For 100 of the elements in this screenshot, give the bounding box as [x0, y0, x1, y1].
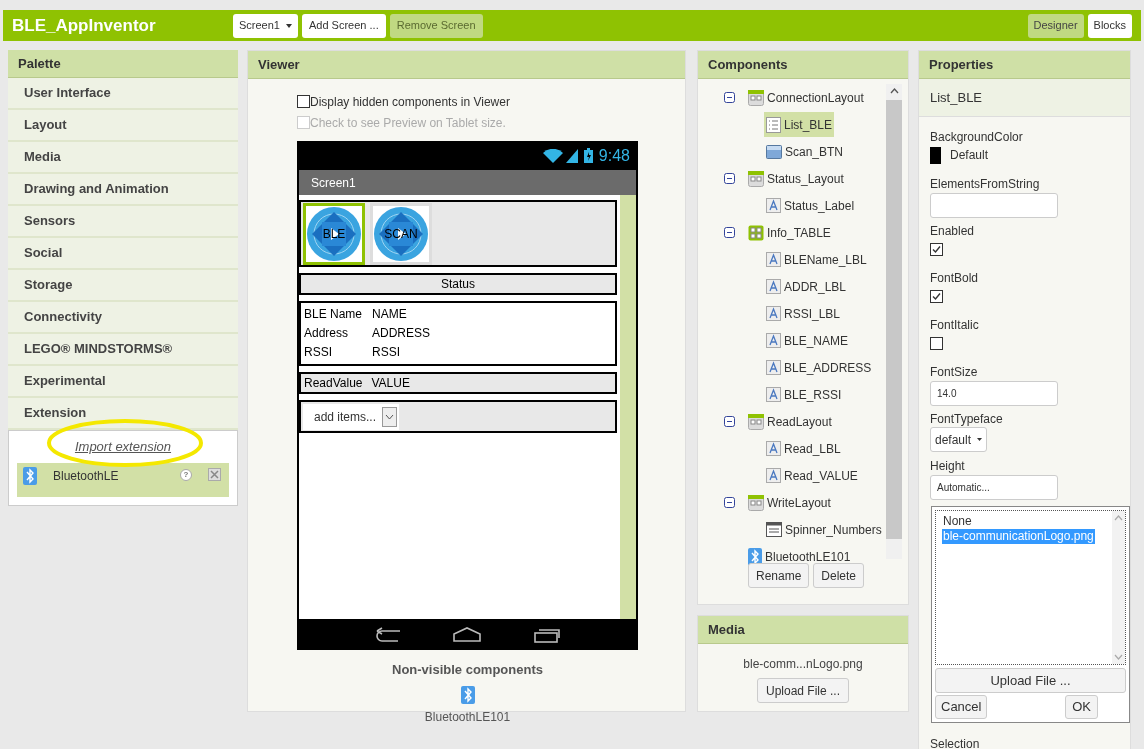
collapse-icon[interactable]	[724, 173, 735, 184]
read-label: ReadValue	[304, 375, 363, 392]
panel-header: Viewer	[248, 51, 685, 79]
property-field[interactable]: 14.0	[930, 381, 1058, 406]
palette-category[interactable]: Media	[8, 142, 238, 174]
tree-item[interactable]: WriteLayout	[746, 490, 833, 515]
extension-item[interactable]: BluetoothLE ?	[17, 463, 229, 497]
property-label: Enabled	[930, 223, 976, 239]
typeface-dropdown[interactable]: default	[930, 427, 988, 452]
label-icon	[766, 360, 781, 375]
info-label: RSSI	[304, 344, 333, 361]
list-icon	[766, 116, 781, 133]
color-value: Default	[950, 147, 989, 164]
cancel-button[interactable]: Cancel	[935, 695, 988, 719]
checkbox-label: Display hidden components in Viewer	[310, 93, 510, 111]
tree-item-label: WriteLayout	[767, 494, 831, 512]
scrollbar[interactable]	[886, 84, 902, 559]
upload-button[interactable]: Upload File ...	[756, 678, 849, 703]
asset-option[interactable]: None	[942, 514, 973, 529]
media-file[interactable]: ble-comm...nLogo.png	[743, 655, 863, 673]
caret-icon	[286, 23, 292, 28]
property-field[interactable]: Automatic...	[930, 475, 1058, 500]
arrangement-icon	[748, 413, 764, 430]
property-field[interactable]	[930, 193, 1058, 218]
nonvisible-component[interactable]: BluetoothLE101	[424, 707, 511, 726]
palette-category[interactable]: Experimental	[8, 366, 238, 398]
info-value: ADDRESS	[372, 325, 431, 342]
tree-item[interactable]: List_BLE	[764, 112, 835, 137]
checkbox[interactable]	[930, 242, 943, 256]
bluetooth-icon	[748, 547, 762, 566]
palette-category[interactable]: Sensors	[8, 206, 238, 238]
spinner-dropdown[interactable]: add items...	[303, 403, 400, 430]
tree-item[interactable]: ADDR_LBL	[764, 274, 849, 299]
info-value: NAME	[372, 306, 408, 323]
battery-icon	[583, 148, 593, 163]
property-label: Height	[930, 458, 966, 474]
tree-item-label: Read_LBL	[784, 440, 841, 458]
tree-item[interactable]: BLE_NAME	[764, 328, 851, 353]
bluetooth-icon	[23, 467, 37, 485]
tree-item[interactable]: BLE_RSSI	[764, 382, 844, 407]
collapse-icon[interactable]	[724, 227, 735, 238]
help-icon[interactable]: ?	[180, 469, 192, 481]
upload-button[interactable]: Upload File ...	[935, 668, 1126, 693]
tree-item[interactable]: ConnectionLayout	[746, 85, 866, 110]
tree-item-label: RSSI_LBL	[784, 305, 841, 323]
property-label: FontItalic	[930, 317, 980, 333]
component-button[interactable]: Rename	[748, 563, 810, 588]
panel-header: Media	[698, 616, 908, 644]
toolbar-button[interactable]: Add Screen ...	[302, 13, 386, 38]
app-title: BLE_AppInventor	[12, 14, 157, 37]
collapse-icon[interactable]	[724, 92, 735, 103]
status-label: Status	[299, 273, 617, 295]
tree-item[interactable]: Read_VALUE	[764, 463, 860, 488]
tree-item[interactable]: RSSI_LBL	[764, 301, 843, 326]
mode-button[interactable]: Blocks	[1087, 13, 1132, 38]
label-icon	[766, 198, 781, 213]
palette-category[interactable]: LEGO® MINDSTORMS®	[8, 334, 238, 366]
tree-item-label: ADDR_LBL	[784, 278, 847, 296]
palette-category[interactable]: Layout	[8, 110, 238, 142]
scroll-up-icon[interactable]	[889, 88, 899, 94]
palette-category[interactable]: Drawing and Animation	[8, 174, 238, 206]
tree-item[interactable]: Spinner_Numbers	[764, 517, 884, 542]
asset-list[interactable]: None ble-communicationLogo.png	[935, 510, 1126, 665]
info-value: RSSI	[372, 344, 401, 361]
tree-item[interactable]: Scan_BTN	[764, 139, 846, 164]
badge-icon	[306, 205, 362, 262]
palette-category[interactable]: Social	[8, 238, 238, 270]
button-icon	[766, 144, 782, 159]
palette-category[interactable]: Storage	[8, 270, 238, 302]
checkbox[interactable]	[930, 336, 943, 350]
tree-item[interactable]: Read_LBL	[764, 436, 843, 461]
tree-item-label: Status_Layout	[767, 170, 844, 188]
arrangement-icon	[748, 89, 764, 106]
extension-name: BluetoothLE	[53, 468, 120, 485]
mode-button[interactable]: Designer	[1027, 13, 1084, 38]
tree-item[interactable]: Status_Label	[764, 193, 857, 218]
palette-category[interactable]: Extension	[8, 398, 238, 430]
color-swatch[interactable]	[930, 146, 941, 164]
checkbox[interactable]	[930, 289, 943, 303]
collapse-icon[interactable]	[724, 416, 735, 427]
collapse-icon[interactable]	[724, 497, 735, 508]
palette-category[interactable]: User Interface	[8, 78, 238, 110]
tree-item[interactable]: Info_TABLE	[746, 220, 833, 245]
scrollbar[interactable]	[620, 195, 636, 619]
tree-item[interactable]: Status_Layout	[746, 166, 846, 191]
checkbox[interactable]	[297, 95, 310, 108]
palette-category[interactable]: Connectivity	[8, 302, 238, 334]
home-icon[interactable]	[452, 626, 483, 643]
recent-apps-icon[interactable]	[532, 626, 561, 643]
tree-item[interactable]: BLE_ADDRESS	[764, 355, 874, 380]
tree-item-label: Read_VALUE	[784, 467, 858, 485]
label-icon	[766, 306, 781, 321]
back-icon[interactable]	[374, 626, 403, 643]
delete-icon[interactable]	[208, 468, 221, 481]
ok-button[interactable]: OK	[1065, 695, 1098, 719]
tree-item[interactable]: ReadLayout	[746, 409, 834, 434]
component-button[interactable]: Delete	[813, 563, 865, 588]
screen-dropdown[interactable]: Screen1	[233, 13, 298, 38]
panel-header: Palette	[8, 50, 238, 78]
tree-item[interactable]: BLEName_LBL	[764, 247, 869, 272]
